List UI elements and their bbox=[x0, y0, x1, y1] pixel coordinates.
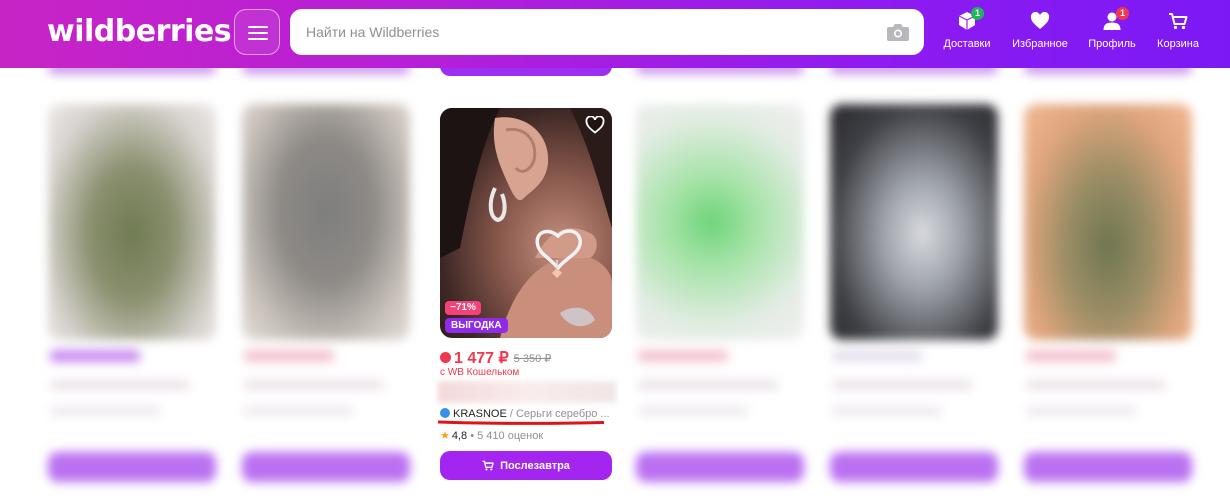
product-grid: −71% ВЫГОДКА 1 477 ₽ 5 350 ₽ с WB Кошельк… bbox=[0, 58, 1230, 498]
nav-deliveries[interactable]: 1 Доставки bbox=[942, 7, 992, 60]
wildberries-logo[interactable]: wildberries bbox=[47, 14, 232, 49]
brand-name[interactable]: KRASNOE bbox=[453, 408, 507, 420]
rating-row: ★ 4,8 • 5 410 оценок bbox=[440, 429, 543, 442]
product-name[interactable]: / Серьги серебро ... bbox=[507, 408, 610, 420]
blurred-promo-strip bbox=[438, 381, 616, 403]
nav-label: Профиль bbox=[1088, 38, 1136, 50]
price-row: 1 477 ₽ 5 350 ₽ bbox=[440, 348, 552, 367]
old-price: 5 350 ₽ bbox=[513, 352, 552, 365]
nav-label: Доставки bbox=[943, 38, 991, 50]
add-to-cart-button[interactable]: Послезавтра bbox=[440, 451, 612, 480]
nav-label: Корзина bbox=[1157, 38, 1199, 50]
nav-label: Избранное bbox=[1012, 38, 1068, 50]
catalog-menu-button[interactable] bbox=[234, 9, 280, 55]
search-input[interactable] bbox=[290, 9, 924, 55]
delivery-label: Послезавтра bbox=[500, 459, 570, 472]
favorites-icon-wrap bbox=[1020, 8, 1060, 34]
cart-icon bbox=[1169, 13, 1188, 30]
deliveries-icon-wrap: 1 bbox=[947, 7, 987, 34]
red-underline-mark bbox=[438, 420, 604, 425]
blurred-product-card bbox=[826, 62, 1002, 498]
blurred-product-card bbox=[632, 62, 808, 498]
menu-line bbox=[248, 38, 268, 40]
blurred-product-card bbox=[238, 62, 414, 498]
camera-search-icon[interactable] bbox=[886, 21, 910, 43]
profile-icon-wrap: 1 bbox=[1092, 7, 1132, 34]
deliveries-badge: 1 bbox=[971, 7, 984, 20]
blurred-product-card bbox=[44, 62, 220, 498]
product-title[interactable]: KRASNOE / Серьги серебро ... bbox=[440, 408, 620, 420]
wallet-icon bbox=[440, 351, 451, 363]
product-card[interactable]: −71% ВЫГОДКА 1 477 ₽ 5 350 ₽ с WB Кошельк… bbox=[424, 58, 626, 498]
nav-profile[interactable]: 1 Профиль bbox=[1087, 7, 1137, 60]
rating-value: 4,8 bbox=[451, 430, 468, 442]
current-price: 1 477 ₽ bbox=[454, 350, 509, 367]
profile-badge: 1 bbox=[1116, 7, 1129, 20]
nav-cart[interactable]: Корзина bbox=[1153, 8, 1203, 60]
menu-line bbox=[248, 26, 268, 28]
menu-line bbox=[248, 32, 268, 34]
add-to-favorites-icon[interactable] bbox=[585, 116, 605, 134]
review-count[interactable]: • 5 410 оценок bbox=[467, 430, 543, 442]
star-icon: ★ bbox=[440, 430, 450, 442]
verified-check-icon bbox=[440, 408, 450, 419]
heart-icon bbox=[1030, 12, 1050, 29]
deal-tag: ВЫГОДКА bbox=[445, 318, 508, 333]
top-header: wildberries 1 Доставки Избранное bbox=[0, 0, 1230, 68]
cart-icon-wrap bbox=[1158, 8, 1198, 34]
discount-badge: −71% bbox=[445, 301, 481, 315]
nav-favorites[interactable]: Избранное bbox=[1008, 8, 1072, 60]
blurred-product-card bbox=[1020, 62, 1196, 498]
cart-icon bbox=[482, 460, 494, 471]
wallet-note: с WB Кошельком bbox=[440, 367, 520, 378]
